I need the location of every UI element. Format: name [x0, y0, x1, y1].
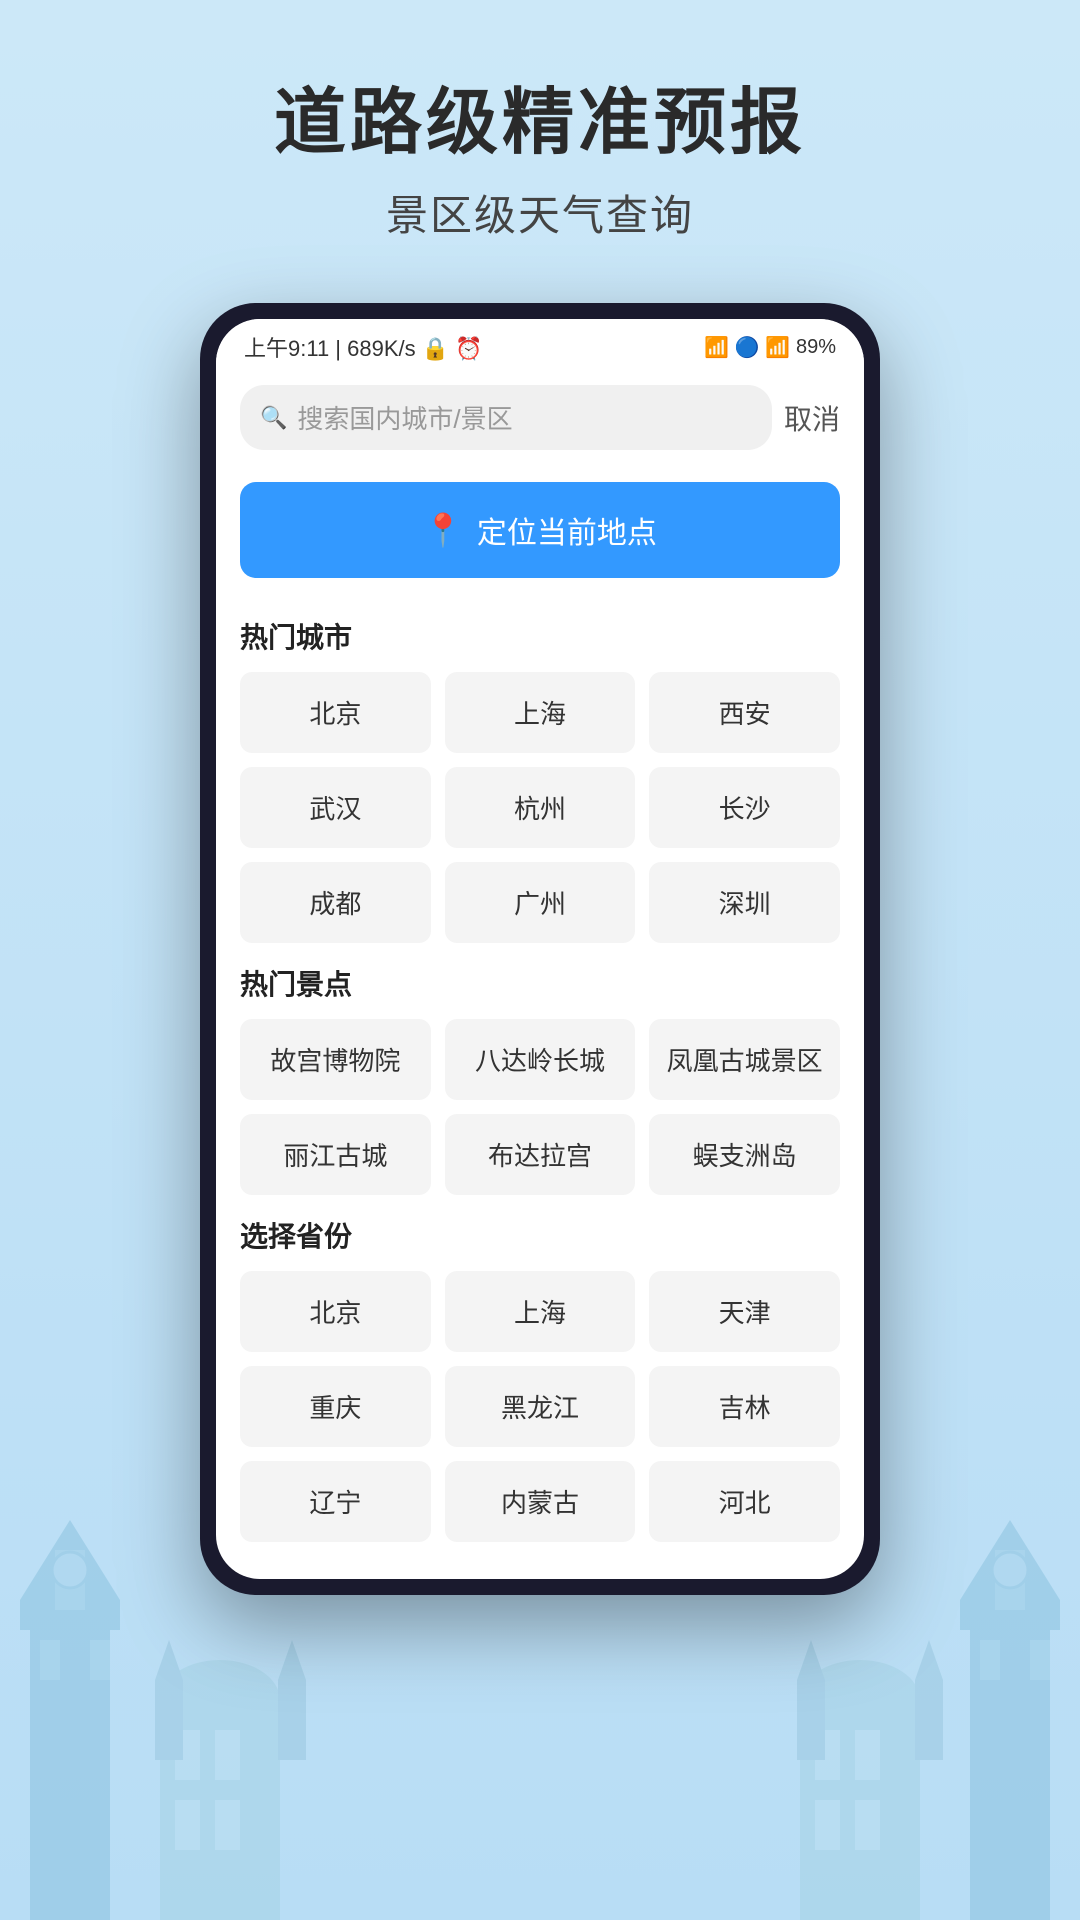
status-icons: 📶 🔵 📶 89%	[704, 335, 836, 360]
hot-spots-grid: 故宫博物院八达岭长城凤凰古城景区丽江古城布达拉宫蜈支洲岛	[240, 1019, 840, 1195]
phone-mockup: 上午9:11 | 689K/s 🔒 ⏰ 📶 🔵 📶 89% 🔍 搜索国内城市/景…	[200, 303, 880, 1595]
scroll-content: 热门城市 北京上海西安武汉杭州长沙成都广州深圳 热门景点 故宫博物院八达岭长城凤…	[216, 596, 864, 1556]
hot-spot-item[interactable]: 布达拉宫	[445, 1114, 636, 1195]
province-item[interactable]: 北京	[240, 1271, 431, 1352]
search-area: 🔍 搜索国内城市/景区 取消	[216, 371, 864, 464]
hot-city-item[interactable]: 广州	[445, 862, 636, 943]
hot-city-item[interactable]: 杭州	[445, 767, 636, 848]
main-title: 道路级精准预报	[0, 80, 1080, 166]
hot-city-item[interactable]: 长沙	[649, 767, 840, 848]
location-pin-icon: 📍	[423, 511, 463, 549]
province-item[interactable]: 黑龙江	[445, 1366, 636, 1447]
hot-spot-item[interactable]: 凤凰古城景区	[649, 1019, 840, 1100]
hot-city-item[interactable]: 北京	[240, 672, 431, 753]
location-button-label: 定位当前地点	[477, 508, 657, 552]
hot-cities-title: 热门城市	[240, 616, 840, 656]
hot-city-item[interactable]: 成都	[240, 862, 431, 943]
province-item[interactable]: 河北	[649, 1461, 840, 1542]
sub-title: 景区级天气查询	[0, 182, 1080, 243]
hot-city-item[interactable]: 武汉	[240, 767, 431, 848]
battery-indicator: 89%	[796, 336, 836, 359]
province-item[interactable]: 辽宁	[240, 1461, 431, 1542]
search-icon: 🔍	[260, 405, 287, 431]
hot-city-item[interactable]: 上海	[445, 672, 636, 753]
province-item[interactable]: 上海	[445, 1271, 636, 1352]
status-bar: 上午9:11 | 689K/s 🔒 ⏰ 📶 🔵 📶 89%	[216, 319, 864, 371]
province-item[interactable]: 吉林	[649, 1366, 840, 1447]
header-area: 道路级精准预报 景区级天气查询	[0, 0, 1080, 243]
hot-spot-item[interactable]: 蜈支洲岛	[649, 1114, 840, 1195]
hot-cities-grid: 北京上海西安武汉杭州长沙成都广州深圳	[240, 672, 840, 943]
hot-city-item[interactable]: 深圳	[649, 862, 840, 943]
hot-city-item[interactable]: 西安	[649, 672, 840, 753]
hot-spot-item[interactable]: 丽江古城	[240, 1114, 431, 1195]
cancel-button[interactable]: 取消	[784, 390, 840, 446]
hot-spot-item[interactable]: 八达岭长城	[445, 1019, 636, 1100]
province-item[interactable]: 天津	[649, 1271, 840, 1352]
phone-screen: 上午9:11 | 689K/s 🔒 ⏰ 📶 🔵 📶 89% 🔍 搜索国内城市/景…	[216, 319, 864, 1579]
province-item[interactable]: 重庆	[240, 1366, 431, 1447]
location-button[interactable]: 📍 定位当前地点	[240, 482, 840, 578]
province-item[interactable]: 内蒙古	[445, 1461, 636, 1542]
provinces-grid: 北京上海天津重庆黑龙江吉林辽宁内蒙古河北山西陕西山东新疆西藏青海	[240, 1271, 840, 1556]
search-input[interactable]: 搜索国内城市/景区	[297, 399, 512, 436]
search-box[interactable]: 🔍 搜索国内城市/景区	[240, 385, 772, 450]
hot-spots-title: 热门景点	[240, 963, 840, 1003]
status-time: 上午9:11 | 689K/s 🔒 ⏰	[244, 331, 483, 363]
provinces-title: 选择省份	[240, 1215, 840, 1255]
hot-spot-item[interactable]: 故宫博物院	[240, 1019, 431, 1100]
